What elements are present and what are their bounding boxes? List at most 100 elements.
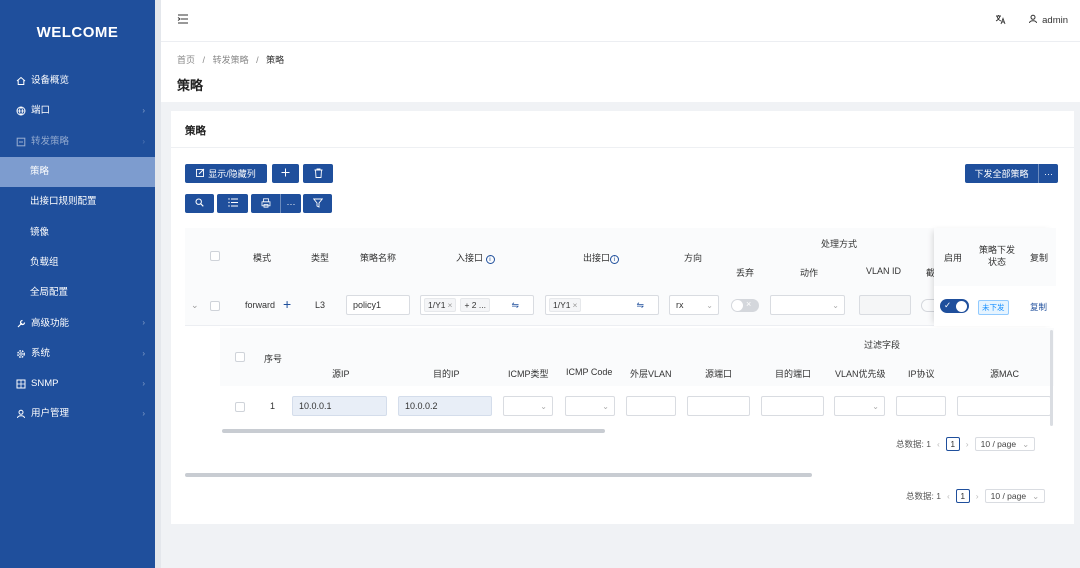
sidebar-item-system[interactable]: 系统 › [0, 339, 155, 369]
subtable-header: 序号 过滤字段 源IP 目的IP ICMP类型 ICMP Code 外层VLAN… [220, 328, 1054, 386]
chevron-right-icon: › [142, 409, 145, 419]
col-name: 策略名称 [360, 253, 397, 263]
dst-ip-value: 10.0.0.2 [405, 401, 438, 411]
print-more-button[interactable]: ··· [280, 194, 301, 213]
page-size-value: 10 / page [980, 439, 1017, 449]
sidebar-item-label: 出接口规则配置 [30, 196, 97, 208]
icmp-type-select[interactable]: ⌄ [503, 396, 553, 416]
sidebar-item-forward-policy[interactable]: 转发策略 › [0, 127, 155, 157]
cut-toggle[interactable] [921, 299, 935, 312]
vlan-priority-select[interactable]: ⌄ [834, 396, 885, 416]
breadcrumb-current: 策略 [266, 55, 285, 65]
vlan-id-input[interactable] [859, 295, 911, 315]
page-size-select[interactable]: 10 / page ⌄ [984, 489, 1046, 503]
next-page-icon[interactable]: › [976, 491, 979, 501]
col-action: 动作 [800, 268, 819, 278]
sidebar-item-load-group[interactable]: 负载组 [0, 248, 155, 278]
sidebar-nav: 设备概览 端口 › 转发策略 › 策略 出接口规则配置 镜像 负载组 全局配置 [0, 66, 155, 430]
sidebar-item-ports[interactable]: 端口 › [0, 96, 155, 126]
src-mac-input[interactable] [957, 396, 1051, 416]
sidebar-item-egress-rules[interactable]: 出接口规则配置 [0, 187, 155, 217]
search-button[interactable] [185, 194, 214, 213]
info-icon[interactable]: i [610, 255, 620, 264]
col-src-port: 源端口 [705, 369, 733, 379]
policy-name-input[interactable]: policy1 [346, 295, 410, 315]
next-page-icon[interactable]: › [966, 439, 969, 449]
user-menu[interactable]: admin [1028, 14, 1068, 27]
breadcrumb-home[interactable]: 首页 [177, 55, 195, 65]
sub-row-checkbox[interactable] [235, 402, 245, 412]
prev-page-icon[interactable]: ‹ [947, 491, 950, 501]
sub-select-all-checkbox[interactable] [235, 352, 245, 362]
breadcrumb-section[interactable]: 转发策略 [213, 55, 249, 65]
direction-select[interactable]: rx ⌄ [669, 295, 719, 315]
dispatch-all-button[interactable]: 下发全部策略 [965, 164, 1038, 183]
row-checkbox[interactable] [210, 301, 220, 311]
translate-icon[interactable] [995, 14, 1006, 28]
chevron-down-icon: ⌄ [872, 402, 879, 411]
add-filter-icon[interactable]: + [283, 296, 291, 312]
page-number[interactable]: 1 [945, 437, 960, 451]
icmp-code-select[interactable]: ⌄ [565, 396, 615, 416]
swap-icon[interactable]: ⇋ [511, 300, 519, 311]
drop-toggle[interactable]: × [731, 299, 759, 312]
prev-page-icon[interactable]: ‹ [937, 439, 940, 449]
toggle-knob [956, 300, 967, 312]
sidebar-item-advanced[interactable]: 高级功能 › [0, 308, 155, 338]
outer-vlan-input[interactable] [626, 396, 676, 416]
sidebar-item-mirror[interactable]: 镜像 [0, 217, 155, 247]
breadcrumb: 首页 / 转发策略 / 策略 [177, 53, 284, 66]
src-ip-input[interactable]: 10.0.0.1 [292, 396, 387, 416]
row-seq: 1 [270, 401, 276, 411]
subtable-v-scrollbar[interactable] [1050, 330, 1053, 426]
copy-link[interactable]: 复制 [1030, 301, 1047, 313]
check-icon: ✓ [944, 300, 952, 310]
page-number[interactable]: 1 [955, 489, 970, 503]
col-ip-protocol: IP协议 [908, 369, 935, 379]
ip-protocol-input[interactable] [896, 396, 946, 416]
sidebar-item-global-config[interactable]: 全局配置 [0, 278, 155, 308]
in-port-more-tag: + 2 ... [460, 298, 490, 312]
action-select[interactable]: ⌄ [770, 295, 845, 315]
page-size-select[interactable]: 10 / page ⌄ [974, 437, 1036, 451]
dispatch-more-button[interactable]: ··· [1038, 164, 1058, 183]
filter-button[interactable] [303, 194, 332, 213]
info-icon[interactable]: i [485, 255, 495, 264]
dst-port-input[interactable] [761, 396, 824, 416]
add-button[interactable] [272, 164, 299, 183]
breadcrumb-sep: / [256, 55, 259, 65]
sidebar-item-label: 设备概览 [31, 75, 70, 87]
col-outer-vlan: 外层VLAN [630, 369, 672, 379]
col-handling: 处理方式 [821, 239, 858, 249]
main-h-scrollbar[interactable] [185, 473, 812, 477]
delete-button[interactable] [303, 164, 333, 183]
enable-toggle[interactable]: ✓ [940, 299, 969, 313]
out-port-select[interactable]: 1/Y1 × ⇋ [545, 295, 659, 315]
direction-value: rx [676, 300, 684, 310]
toggle-columns-button[interactable]: 显示/隐藏列 [185, 164, 267, 183]
select-all-checkbox[interactable] [210, 251, 220, 261]
src-port-input[interactable] [687, 396, 750, 416]
col-mode: 模式 [253, 253, 272, 263]
close-icon: × [746, 299, 752, 309]
col-direction: 方向 [684, 253, 703, 263]
sidebar-item-user-mgmt[interactable]: 用户管理 › [0, 399, 155, 429]
print-button[interactable] [251, 194, 280, 213]
close-icon[interactable]: × [573, 300, 578, 310]
swap-icon[interactable]: ⇋ [636, 300, 644, 311]
sidebar-item-policy[interactable]: 策略 [0, 156, 155, 188]
sidebar-item-label: 系统 [31, 347, 51, 359]
dst-ip-input[interactable]: 10.0.0.2 [398, 396, 492, 416]
subtable-h-scrollbar[interactable] [222, 429, 605, 433]
expand-chevron-icon[interactable]: ⌄ [191, 300, 199, 311]
sidebar-item-snmp[interactable]: SNMP › [0, 369, 155, 399]
sidebar-item-overview[interactable]: 设备概览 [0, 66, 155, 96]
pager-total: 总数据: 1 [906, 491, 941, 501]
close-icon[interactable]: × [448, 300, 453, 310]
list-button[interactable] [217, 194, 248, 213]
app-logo: WELCOME [36, 24, 119, 41]
in-port-tag: 1/Y1 × [424, 298, 457, 312]
chevron-down-icon: ⌄ [832, 301, 839, 310]
in-port-select[interactable]: 1/Y1 × + 2 ... ⇋ [420, 295, 534, 315]
menu-fold-icon[interactable] [177, 13, 189, 28]
